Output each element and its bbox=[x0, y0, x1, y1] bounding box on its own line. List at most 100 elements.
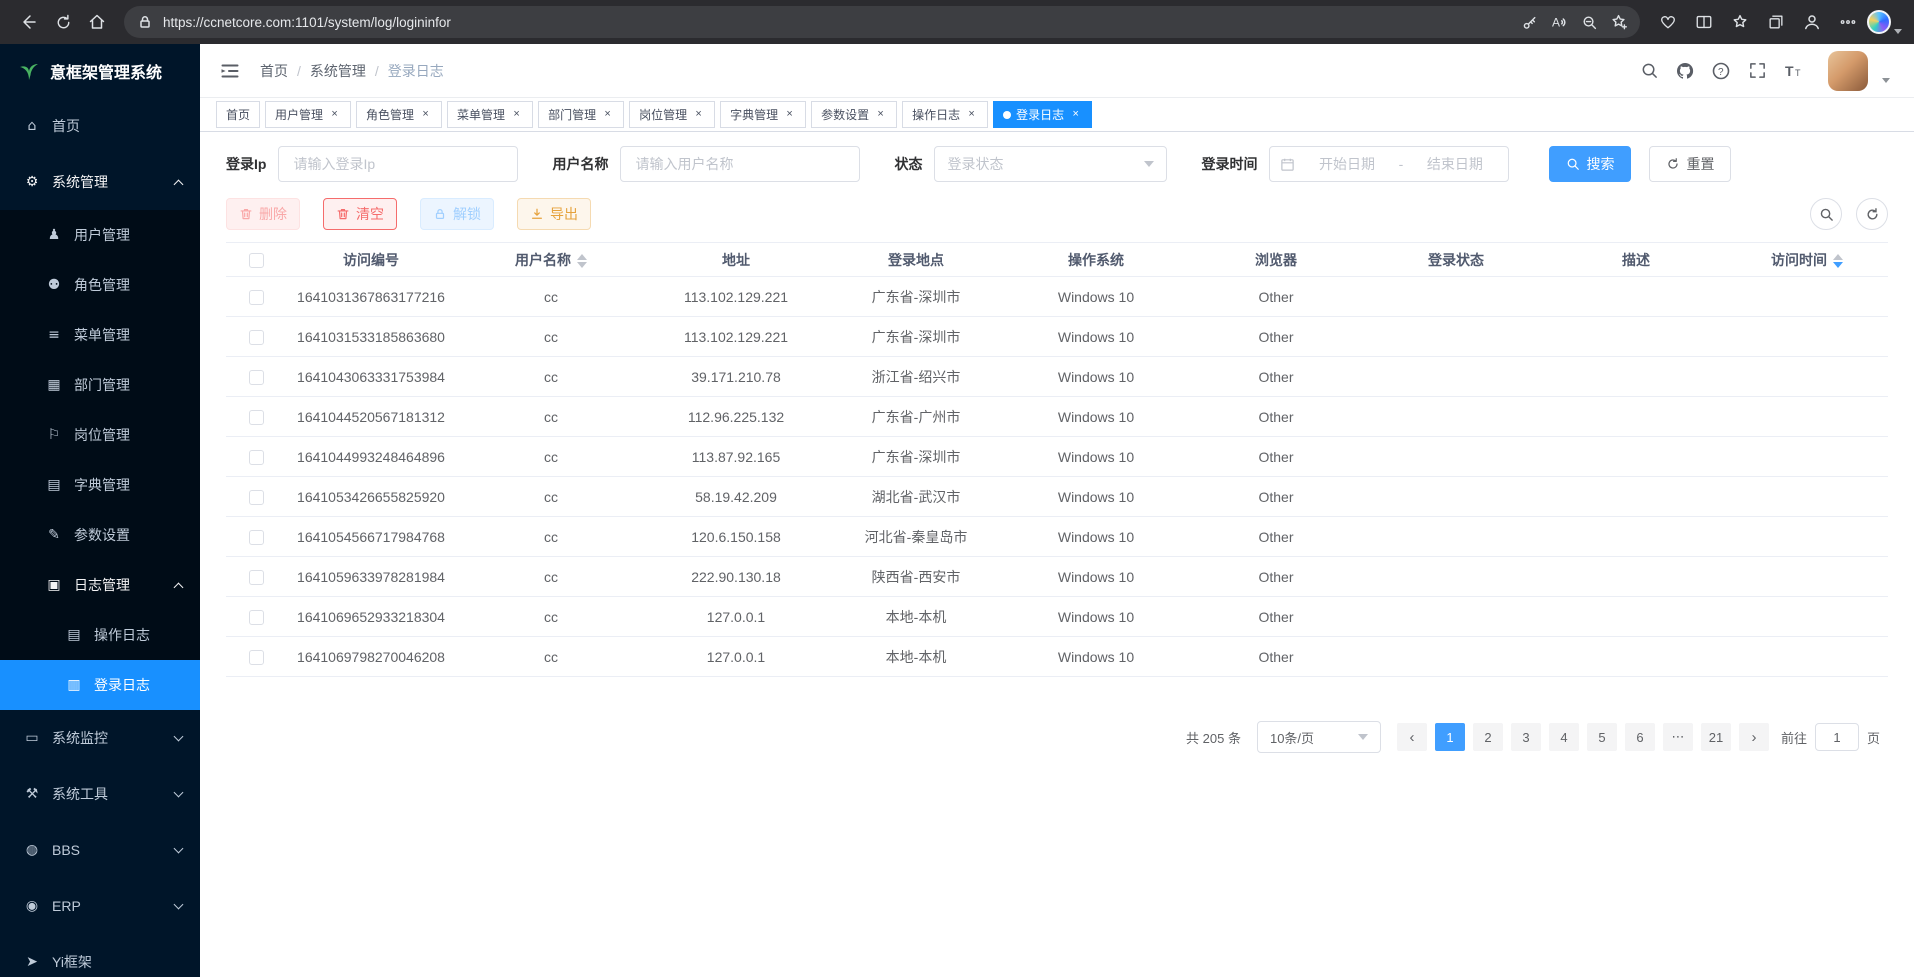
lock-icon[interactable] bbox=[136, 8, 154, 36]
password-key-icon[interactable] bbox=[1514, 8, 1544, 36]
cell-visit-id: 1641069652933218304 bbox=[286, 597, 456, 637]
export-button[interactable]: 导出 bbox=[517, 198, 591, 230]
sidebar-menu-item[interactable]: 系统工具 bbox=[0, 766, 200, 822]
browser-profile-icon[interactable] bbox=[1794, 6, 1830, 38]
settings-more-icon[interactable] bbox=[1830, 6, 1866, 38]
sidebar-menu-item[interactable]: 日志管理 bbox=[0, 560, 200, 610]
login-status-select[interactable]: 登录状态 bbox=[934, 146, 1167, 182]
breadcrumb-item[interactable]: 系统管理 / bbox=[310, 61, 379, 81]
sidebar-menu-item[interactable]: 系统监控 bbox=[0, 710, 200, 766]
page-number-button[interactable]: 21 bbox=[1701, 723, 1731, 751]
row-checkbox[interactable] bbox=[249, 570, 264, 585]
username-input[interactable] bbox=[620, 146, 860, 182]
page-number-button[interactable]: 2 bbox=[1473, 723, 1503, 751]
page-number-button[interactable]: 1 bbox=[1435, 723, 1465, 751]
view-tab[interactable]: 登录日志 × bbox=[993, 101, 1092, 128]
sidebar-menu-item[interactable]: BBS bbox=[0, 822, 200, 878]
browser-home-icon[interactable] bbox=[80, 6, 114, 38]
browser-back-icon[interactable] bbox=[12, 6, 46, 38]
page-number-button[interactable]: 5 bbox=[1587, 723, 1617, 751]
zoom-out-icon[interactable] bbox=[1574, 8, 1604, 36]
view-tab[interactable]: 角色管理 × bbox=[356, 101, 442, 128]
sidebar-toggle-icon[interactable] bbox=[218, 59, 242, 83]
page-size-select[interactable]: 10条/页 bbox=[1257, 721, 1381, 753]
row-checkbox[interactable] bbox=[249, 330, 264, 345]
view-tab[interactable]: 部门管理 × bbox=[538, 101, 624, 128]
view-tab[interactable]: 菜单管理 × bbox=[447, 101, 533, 128]
row-checkbox[interactable] bbox=[249, 450, 264, 465]
row-checkbox[interactable] bbox=[249, 370, 264, 385]
sidebar-menu-item[interactable]: 角色管理 bbox=[0, 260, 200, 310]
view-tab[interactable]: 操作日志 × bbox=[902, 101, 988, 128]
row-checkbox[interactable] bbox=[249, 410, 264, 425]
page-number-button[interactable]: 3 bbox=[1511, 723, 1541, 751]
sidebar-menu-item[interactable]: Yi框架 bbox=[0, 934, 200, 977]
reset-button[interactable]: 重置 bbox=[1649, 146, 1731, 182]
sort-carets-icon[interactable] bbox=[577, 254, 587, 268]
select-all-checkbox[interactable] bbox=[249, 253, 264, 268]
sidebar-menu-item[interactable]: 岗位管理 bbox=[0, 410, 200, 460]
delete-button[interactable]: 删除 bbox=[226, 198, 300, 230]
sidebar-menu-item[interactable]: 部门管理 bbox=[0, 360, 200, 410]
close-icon[interactable]: × bbox=[783, 108, 796, 121]
close-icon[interactable]: × bbox=[1069, 108, 1082, 121]
read-aloud-icon[interactable]: A bbox=[1544, 8, 1574, 36]
view-tab[interactable]: 首页 × bbox=[216, 101, 260, 128]
page-number-button[interactable]: 6 bbox=[1625, 723, 1655, 751]
sidebar-menu-item[interactable]: 系统管理 bbox=[0, 154, 200, 210]
search-icon[interactable] bbox=[1638, 60, 1660, 82]
collections-icon[interactable] bbox=[1758, 6, 1794, 38]
row-checkbox[interactable] bbox=[249, 610, 264, 625]
breadcrumb-item[interactable]: 登录日志 / bbox=[388, 61, 444, 81]
row-checkbox[interactable] bbox=[249, 530, 264, 545]
help-icon[interactable]: ? bbox=[1710, 60, 1732, 82]
copilot-icon[interactable] bbox=[1866, 6, 1902, 38]
jump-page-input[interactable] bbox=[1815, 723, 1859, 751]
font-size-icon[interactable]: TT bbox=[1782, 60, 1804, 82]
row-checkbox[interactable] bbox=[249, 650, 264, 665]
row-checkbox[interactable] bbox=[249, 490, 264, 505]
close-icon[interactable]: × bbox=[692, 108, 705, 121]
next-page-button[interactable]: › bbox=[1739, 723, 1769, 751]
sidebar-menu-item[interactable]: ERP bbox=[0, 878, 200, 934]
sidebar-menu-item[interactable]: 操作日志 bbox=[0, 610, 200, 660]
sidebar-menu-item[interactable]: 用户管理 bbox=[0, 210, 200, 260]
address-bar[interactable]: https://ccnetcore.com:1101/system/log/lo… bbox=[124, 6, 1640, 38]
refresh-table-button[interactable] bbox=[1856, 198, 1888, 230]
view-tab[interactable]: 岗位管理 × bbox=[629, 101, 715, 128]
sidebar-menu-item[interactable]: 参数设置 bbox=[0, 510, 200, 560]
page-number-button[interactable]: 4 bbox=[1549, 723, 1579, 751]
user-avatar[interactable] bbox=[1828, 51, 1868, 91]
row-checkbox[interactable] bbox=[249, 290, 264, 305]
login-ip-input[interactable] bbox=[278, 146, 518, 182]
sidebar-menu-item[interactable]: 字典管理 bbox=[0, 460, 200, 510]
browser-refresh-icon[interactable] bbox=[46, 6, 80, 38]
breadcrumb-item[interactable]: 首页 / bbox=[260, 61, 301, 81]
view-tab[interactable]: 用户管理 × bbox=[265, 101, 351, 128]
search-button[interactable]: 搜索 bbox=[1549, 146, 1631, 182]
fullscreen-icon[interactable] bbox=[1746, 60, 1768, 82]
sort-carets-icon[interactable] bbox=[1833, 254, 1843, 268]
browser-essentials-icon[interactable] bbox=[1650, 6, 1686, 38]
add-favorite-icon[interactable] bbox=[1604, 8, 1634, 36]
prev-page-button[interactable]: ‹ bbox=[1397, 723, 1427, 751]
toggle-search-button[interactable] bbox=[1810, 198, 1842, 230]
login-time-range-picker[interactable]: 开始日期 - 结束日期 bbox=[1269, 146, 1509, 182]
close-icon[interactable]: × bbox=[601, 108, 614, 121]
close-icon[interactable]: × bbox=[328, 108, 341, 121]
sidebar-menu-item[interactable]: 登录日志 bbox=[0, 660, 200, 710]
page-number-button[interactable]: ⋯ bbox=[1663, 723, 1693, 751]
close-icon[interactable]: × bbox=[419, 108, 432, 121]
sidebar-menu-item[interactable]: 菜单管理 bbox=[0, 310, 200, 360]
favorites-bar-icon[interactable] bbox=[1722, 6, 1758, 38]
sidebar-menu-item[interactable]: 首页 bbox=[0, 98, 200, 154]
close-icon[interactable]: × bbox=[874, 108, 887, 121]
close-icon[interactable]: × bbox=[965, 108, 978, 121]
close-icon[interactable]: × bbox=[510, 108, 523, 121]
unlock-button[interactable]: 解锁 bbox=[420, 198, 494, 230]
github-icon[interactable] bbox=[1674, 60, 1696, 82]
view-tab[interactable]: 参数设置 × bbox=[811, 101, 897, 128]
view-tab[interactable]: 字典管理 × bbox=[720, 101, 806, 128]
split-screen-icon[interactable] bbox=[1686, 6, 1722, 38]
clear-button[interactable]: 清空 bbox=[323, 198, 397, 230]
